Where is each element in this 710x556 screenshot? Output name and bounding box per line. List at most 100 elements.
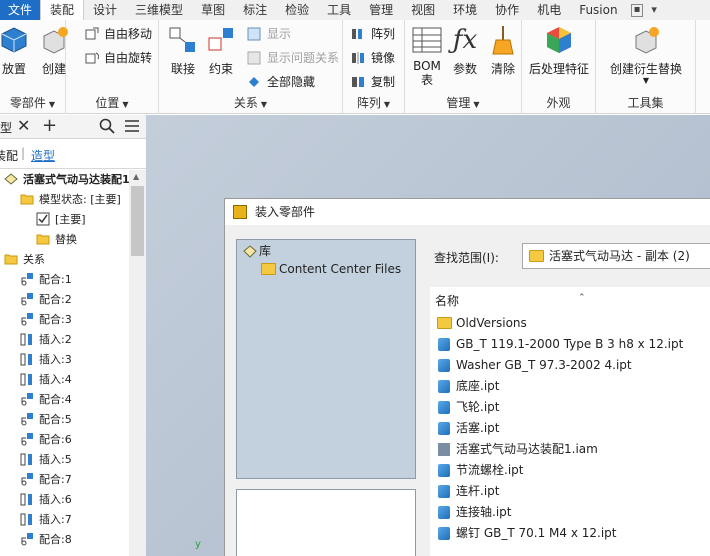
file-list-item[interactable]: GB_T 119.1-2000 Type B 3 h8 x 12.ipt	[430, 334, 683, 355]
group-label-relationships[interactable]: 关系 ▼	[159, 94, 342, 112]
browser-tree-item[interactable]: 关系	[4, 250, 45, 270]
post-process-button[interactable]: 后处理特征	[528, 24, 590, 77]
browser-scrollbar[interactable]: ▲	[129, 170, 146, 556]
ribbon-collapse-icon[interactable]: ▾	[645, 0, 663, 20]
browser-tree-item[interactable]: 插入:5	[20, 450, 72, 470]
show-button[interactable]: 显示	[247, 24, 291, 44]
tab-file[interactable]: 文件	[0, 0, 41, 20]
scroll-up-icon[interactable]: ▲	[133, 172, 139, 181]
dialog-titlebar[interactable]: 装入零部件	[225, 199, 710, 225]
file-list-item[interactable]: 飞轮.ipt	[430, 397, 499, 418]
browser-tree-item-label: 活塞式气动马达装配1.	[23, 173, 134, 186]
group-label-position[interactable]: 位置 ▼	[66, 94, 158, 112]
group-label-manage[interactable]: 管理 ▼	[405, 94, 521, 112]
file-list-item[interactable]: 连接轴.ipt	[430, 502, 511, 523]
browser-tree-item[interactable]: 插入:6	[20, 490, 72, 510]
file-list-item[interactable]: 底座.ipt	[430, 376, 499, 397]
menu-icon[interactable]	[124, 119, 140, 136]
browser-tab-model[interactable]: 型	[0, 119, 12, 136]
copy-button[interactable]: 复制	[351, 72, 395, 92]
folder-icon	[36, 232, 50, 246]
mate-icon	[20, 412, 34, 426]
dialog-app-icon	[233, 205, 247, 219]
dialog-title: 装入零部件	[255, 205, 316, 219]
bom-button[interactable]: BOM 表	[407, 24, 447, 87]
mate-icon	[20, 432, 34, 446]
tab-electromechanical[interactable]: 机电	[528, 0, 570, 20]
column-header-name[interactable]: ⌃ 名称	[430, 287, 710, 311]
constrain-button[interactable]: 约束	[201, 24, 241, 77]
ribbon-options-icon[interactable]: ▪	[630, 4, 644, 17]
browser-tree-item[interactable]: 插入:3	[20, 350, 72, 370]
browser-tree-item[interactable]: 模型状态: [主要]	[20, 190, 121, 210]
browser-tree-item-label: [主要]	[55, 213, 86, 226]
free-move-button[interactable]: 自由移动	[84, 24, 152, 44]
browser-tree-item[interactable]: 替换	[36, 230, 77, 250]
tab-design[interactable]: 设计	[84, 0, 126, 20]
tab-annotate[interactable]: 标注	[234, 0, 276, 20]
browser-tree-item[interactable]: 活塞式气动马达装配1.	[4, 170, 134, 190]
browser-tree-item[interactable]: 配合:8	[20, 530, 72, 550]
browser-tree-item[interactable]: 插入:7	[20, 510, 72, 530]
joint-button[interactable]: 联接	[163, 24, 203, 77]
browser-tree-item[interactable]: 配合:3	[20, 310, 72, 330]
file-name: 飞轮.ipt	[456, 400, 500, 414]
file-list-item[interactable]: 活塞.ipt	[430, 418, 499, 439]
part-file-icon	[438, 527, 450, 540]
browser-tree-item[interactable]: 配合:2	[20, 290, 72, 310]
browser-tree-item[interactable]: 插入:2	[20, 330, 72, 350]
file-list[interactable]: ⌃ 名称 OldVersions GB_T 119.1-2000 Type B 3…	[430, 287, 710, 556]
group-label-components[interactable]: 零部件 ▼	[0, 94, 65, 112]
scrollbar-thumb[interactable]	[131, 186, 144, 256]
tab-fusion[interactable]: Fusion	[570, 0, 626, 20]
browser-tree-item[interactable]: 配合:1	[20, 270, 72, 290]
browser-tree-item[interactable]: [主要]	[36, 210, 86, 230]
hide-all-button[interactable]: 全部隐藏	[247, 72, 315, 92]
add-tab-icon[interactable]: +	[42, 115, 57, 136]
browser-tree-item[interactable]: 配合:5	[20, 410, 72, 430]
tab-inspect[interactable]: 检验	[276, 0, 318, 20]
group-label-pattern[interactable]: 阵列 ▼	[343, 94, 404, 112]
dropdown-arrow-icon[interactable]: ▼	[606, 77, 686, 85]
tab-environments[interactable]: 环境	[444, 0, 486, 20]
parameters-button[interactable]: ƒx 参数	[445, 24, 485, 77]
mirror-button[interactable]: 镜像	[351, 48, 395, 68]
file-list-item[interactable]: OldVersions	[430, 313, 527, 334]
pattern-button[interactable]: 阵列	[351, 24, 395, 44]
look-in-dropdown[interactable]: 活塞式气动马达 - 副本 (2)	[522, 243, 710, 269]
browser-tree-item[interactable]: 插入:4	[20, 370, 72, 390]
browser-tree-item[interactable]: 配合:4	[20, 390, 72, 410]
place-button[interactable]: 放置	[0, 24, 34, 77]
create-derived-substitute-button[interactable]: 创建衍生替换 ▼	[606, 24, 686, 85]
file-name: 活塞.ipt	[456, 421, 500, 435]
browser-tree-item[interactable]: 配合:6	[20, 430, 72, 450]
tab-manage[interactable]: 管理	[360, 0, 402, 20]
browser-tab-assembly[interactable]: 装配	[0, 147, 18, 164]
browser-tree-item[interactable]: 配合:7	[20, 470, 72, 490]
tab-assemble[interactable]: 装配	[40, 0, 85, 20]
show-sick-button[interactable]: 显示问题关系	[247, 48, 339, 68]
library-pane[interactable]: 库 Content Center Files	[236, 239, 416, 479]
browser-tree-item-label: 插入:6	[39, 493, 72, 506]
preview-pane	[236, 489, 416, 556]
file-list-item[interactable]: 连杆.ipt	[430, 481, 499, 502]
tab-separator: |	[21, 146, 26, 160]
mate-icon	[20, 292, 34, 306]
tab-view[interactable]: 视图	[402, 0, 444, 20]
tab-collaborate[interactable]: 协作	[486, 0, 528, 20]
browser-tab-modeling[interactable]: 造型	[31, 147, 55, 164]
file-list-item[interactable]: Washer GB_T 97.3-2002 4.ipt	[430, 355, 632, 376]
file-list-item[interactable]: 螺钉 GB_T 70.1 M4 x 12.ipt	[430, 523, 616, 544]
close-icon[interactable]: ✕	[17, 116, 30, 135]
file-list-item[interactable]: 节流螺栓.ipt	[430, 460, 523, 481]
browser-header: 型 ✕ +	[0, 115, 146, 139]
file-list-item[interactable]: 活塞式气动马达装配1.iam	[430, 439, 598, 460]
purge-button[interactable]: 清除	[483, 24, 523, 77]
library-content-center-item[interactable]: Content Center Files	[259, 260, 401, 278]
library-root-item[interactable]: 库	[241, 242, 271, 260]
free-rotate-button[interactable]: 自由旋转	[84, 48, 152, 68]
tab-tools[interactable]: 工具	[318, 0, 360, 20]
tab-3d-model[interactable]: 三维模型	[126, 0, 192, 20]
tab-sketch[interactable]: 草图	[192, 0, 234, 20]
search-icon[interactable]	[99, 118, 115, 137]
